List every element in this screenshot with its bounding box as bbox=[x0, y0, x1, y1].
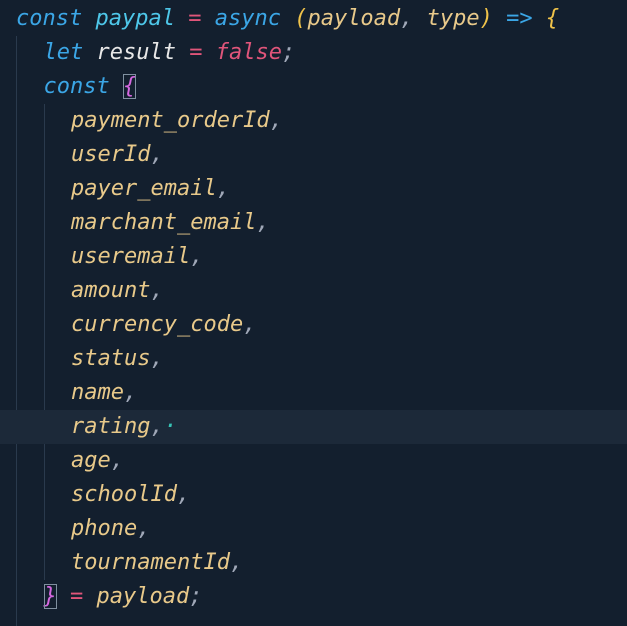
code-token: , bbox=[256, 210, 270, 235]
code-line[interactable]: payer_email, bbox=[0, 172, 627, 206]
code-line-text: rating,· bbox=[71, 410, 177, 444]
code-token: { bbox=[532, 6, 560, 31]
code-token: const bbox=[16, 6, 96, 31]
code-token: · bbox=[163, 414, 177, 439]
code-token: name bbox=[71, 380, 124, 405]
code-line[interactable]: schoolId, bbox=[0, 478, 627, 512]
code-token: payload bbox=[307, 6, 401, 31]
code-line-text: } = payload; bbox=[43, 580, 203, 614]
code-token: , bbox=[400, 6, 427, 31]
code-line[interactable]: currency_code, bbox=[0, 308, 627, 342]
code-line[interactable]: status, bbox=[0, 342, 627, 376]
code-line-text: age, bbox=[71, 444, 124, 478]
code-line[interactable]: rating,· bbox=[0, 410, 627, 444]
code-line[interactable]: phone, bbox=[0, 512, 627, 546]
code-token: ( bbox=[294, 6, 308, 31]
code-token: schoolId bbox=[71, 482, 177, 507]
code-token: , bbox=[190, 244, 204, 269]
code-token: tournamentId bbox=[71, 550, 230, 575]
code-line-text: let result = false; bbox=[44, 36, 296, 70]
code-token: ; bbox=[189, 584, 203, 609]
code-token: , bbox=[137, 516, 151, 541]
code-line[interactable]: let result = false; bbox=[0, 36, 627, 70]
code-line-text: phone, bbox=[71, 512, 150, 546]
code-line-text: amount, bbox=[71, 274, 164, 308]
code-line[interactable]: payment_orderId, bbox=[0, 104, 627, 138]
code-token: payment_orderId bbox=[71, 108, 270, 133]
code-token: ) bbox=[479, 6, 507, 31]
code-line-text: tournamentId, bbox=[71, 546, 243, 580]
code-token: , bbox=[150, 414, 164, 439]
code-token: , bbox=[269, 108, 283, 133]
code-line[interactable]: amount, bbox=[0, 274, 627, 308]
code-token: age bbox=[71, 448, 111, 473]
code-token: amount bbox=[71, 278, 151, 303]
code-token: useremail bbox=[71, 244, 191, 269]
code-line[interactable]: tournamentId, bbox=[0, 546, 627, 580]
code-token: marchant_email bbox=[71, 210, 257, 235]
code-line[interactable]: } = payload; bbox=[0, 580, 627, 614]
code-token: , bbox=[150, 346, 164, 371]
code-line[interactable]: const { bbox=[0, 70, 627, 104]
code-token: paypal bbox=[95, 6, 175, 31]
code-token: currency_code bbox=[71, 312, 244, 337]
code-line[interactable]: const paypal = async (payload, type) => … bbox=[0, 2, 627, 36]
code-editor[interactable]: const paypal = async (payload, type) => … bbox=[0, 0, 627, 626]
code-token: , bbox=[176, 482, 191, 507]
code-line-text: schoolId, bbox=[71, 478, 190, 512]
code-token: async bbox=[214, 6, 295, 31]
code-line-text: userId, bbox=[71, 138, 164, 172]
code-token: = bbox=[175, 40, 216, 65]
code-token: result bbox=[96, 40, 176, 65]
code-line[interactable]: name, bbox=[0, 376, 627, 410]
code-token: type bbox=[426, 6, 480, 31]
code-token: ; bbox=[281, 40, 296, 65]
code-token: , bbox=[243, 312, 257, 337]
code-line-text: payment_orderId, bbox=[71, 104, 283, 138]
code-line-text: name, bbox=[71, 376, 137, 410]
code-line-text: status, bbox=[71, 342, 164, 376]
code-token: payload bbox=[96, 584, 190, 609]
code-line-text: const { bbox=[44, 70, 137, 104]
code-token: => bbox=[506, 6, 533, 31]
code-token: payer_email bbox=[71, 176, 217, 201]
bracket-token: } bbox=[43, 584, 57, 609]
code-token: userId bbox=[71, 142, 151, 167]
code-line-text: marchant_email, bbox=[71, 206, 270, 240]
code-token: = bbox=[174, 6, 215, 31]
code-token: , bbox=[150, 278, 164, 303]
code-token: , bbox=[229, 550, 244, 575]
code-token: let bbox=[43, 40, 97, 65]
code-token: , bbox=[216, 176, 230, 201]
code-token: rating bbox=[71, 414, 151, 439]
code-token: , bbox=[110, 448, 124, 473]
bracket-token: { bbox=[122, 74, 137, 99]
code-line-text: useremail, bbox=[71, 240, 203, 274]
code-token: = bbox=[56, 584, 97, 609]
code-token: const bbox=[43, 74, 123, 99]
code-line[interactable]: age, bbox=[0, 444, 627, 478]
code-line[interactable]: userId, bbox=[0, 138, 627, 172]
code-token: false bbox=[215, 40, 282, 65]
code-token: , bbox=[150, 142, 164, 167]
code-token: , bbox=[123, 380, 138, 405]
code-line-text: payer_email, bbox=[71, 172, 230, 206]
code-line-text: const paypal = async (payload, type) => … bbox=[16, 2, 559, 36]
code-token: status bbox=[71, 346, 151, 371]
code-line[interactable]: marchant_email, bbox=[0, 206, 627, 240]
code-line-text: currency_code, bbox=[71, 308, 256, 342]
code-line[interactable]: useremail, bbox=[0, 240, 627, 274]
code-token: phone bbox=[71, 516, 138, 541]
